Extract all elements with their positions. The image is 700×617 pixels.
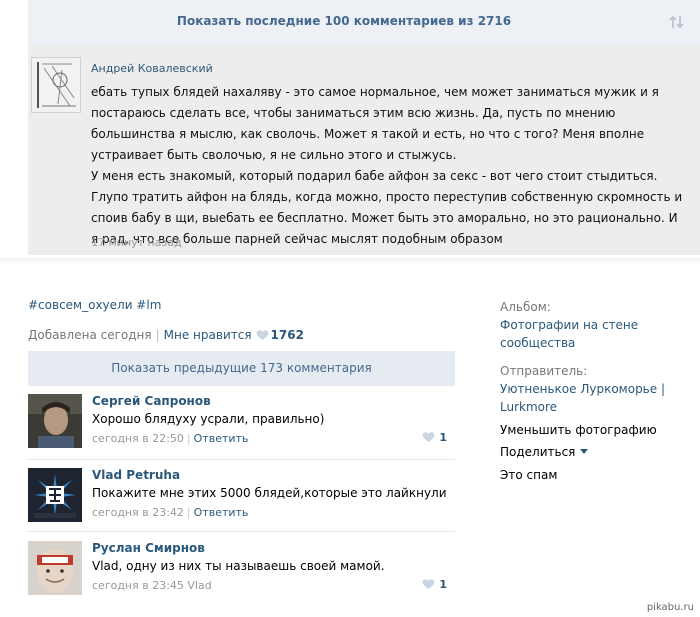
avatar[interactable]	[28, 468, 82, 522]
sender-link[interactable]: Уютненькое Луркоморье | Lurkmore	[500, 380, 690, 416]
comment-line: споив бабу в щи, выебать ее бесплатно. М…	[91, 211, 678, 225]
report-spam-link[interactable]: Это спам	[500, 466, 690, 484]
reply-link[interactable]: Ответить	[194, 506, 249, 519]
comment-meta: сегодня в 23:45 Vlad	[92, 579, 212, 592]
meta-divider: |	[186, 506, 191, 519]
share-dropdown[interactable]: Поделиться	[500, 443, 690, 461]
comment-timestamp[interactable]: 17 минут назад	[91, 236, 182, 249]
avatar-sketch-icon	[32, 58, 80, 112]
meta-divider: |	[155, 328, 160, 342]
comment-line: устраивает быть сволочью, я не сильно эт…	[91, 148, 457, 162]
heart-icon	[256, 330, 268, 340]
comment-item: Руслан Смирнов Vlad, одну из них ты назы…	[28, 541, 455, 607]
album-link[interactable]: Фотографии на стене сообщества	[500, 316, 690, 352]
comment-text: Vlad, одну из них ты называешь своей мам…	[92, 559, 385, 573]
sender-info: Отправитель: Уютненькое Луркоморье | Lur…	[500, 362, 690, 416]
comment-timestamp[interactable]: сегодня в 22:50	[92, 432, 184, 445]
screenshot-separator	[0, 258, 700, 266]
comment-text: Хорошо блядуху усрали, правильно)	[92, 412, 325, 426]
avatar[interactable]	[31, 57, 81, 113]
like-button[interactable]: Мне нравится 1762	[164, 328, 304, 342]
share-label: Поделиться	[500, 445, 576, 459]
chevron-down-icon	[580, 449, 589, 454]
heart-icon	[422, 579, 435, 589]
comment-item: Vlad Petruha Покажите мне этих 5000 бляд…	[28, 468, 455, 534]
added-date: Добавлена сегодня	[28, 328, 152, 342]
sender-label: Отправитель:	[500, 364, 588, 378]
comment-item: Сергей Сапронов Хорошо блядуху усрали, п…	[28, 394, 455, 460]
comment-author[interactable]: Vlad Petruha	[92, 468, 180, 482]
avatar[interactable]	[28, 394, 82, 448]
sort-arrows-icon[interactable]	[668, 13, 686, 31]
comment-line: У меня есть знакомый, который подарил ба…	[91, 169, 658, 183]
comment-line: большинства я мыслю, как сволочь. Может …	[91, 127, 645, 141]
comment-line: Глупо тратить айфон на блядь, когда можн…	[91, 190, 683, 204]
like-label: Мне нравится	[163, 328, 252, 342]
comment-line: ебать тупых блядей нахаляву - это самое …	[91, 85, 659, 99]
comment-like-button[interactable]: 1	[422, 578, 447, 591]
like-count: 1762	[270, 328, 304, 342]
show-last-comments-label: Показать последние 100 комментариев из 2…	[176, 14, 512, 28]
comment-timestamp[interactable]: сегодня в 23:42	[92, 506, 184, 519]
comment-meta: сегодня в 22:50 | Ответить	[92, 432, 248, 445]
post-meta: Добавлена сегодня | Мне нравится 1762	[28, 328, 304, 342]
album-label: Альбом:	[500, 300, 551, 314]
show-previous-comments-button[interactable]: Показать предыдущие 173 комментария	[28, 351, 455, 386]
avatar[interactable]	[28, 541, 82, 595]
meta-divider: |	[186, 432, 191, 445]
heart-icon	[422, 432, 435, 442]
comment-author[interactable]: Андрей Ковалевский	[91, 62, 213, 75]
comment-meta: сегодня в 23:42 | Ответить	[92, 506, 248, 519]
post-hashtags[interactable]: #совсем_охуели #lm	[28, 298, 161, 312]
avatar-logo-icon	[28, 468, 82, 522]
reduce-photo-link[interactable]: Уменьшить фотографию	[500, 421, 690, 439]
comment-divider	[28, 531, 455, 532]
comment-text: ебать тупых блядей нахаляву - это самое …	[91, 82, 683, 250]
avatar-photo-icon	[28, 541, 82, 595]
album-info: Альбом: Фотографии на стене сообщества	[500, 298, 690, 352]
comment-line: постараюсь сделать все, чтобы заниматься…	[91, 106, 616, 120]
comment-timestamp[interactable]: сегодня в 23:45 Vlad	[92, 579, 212, 592]
show-last-comments-bar[interactable]: Показать последние 100 комментариев из 2…	[28, 0, 700, 45]
comment-divider	[28, 459, 455, 460]
watermark: pikabu.ru	[646, 602, 694, 613]
comment-like-count: 1	[439, 431, 447, 444]
comment-like-button[interactable]: 1	[422, 431, 447, 444]
comment-like-count: 1	[439, 578, 447, 591]
avatar-photo-icon	[28, 394, 82, 448]
comment-author[interactable]: Руслан Смирнов	[92, 541, 205, 555]
comment-text: Покажите мне этих 5000 блядей,которые эт…	[92, 486, 447, 500]
reply-link[interactable]: Ответить	[194, 432, 249, 445]
comment-author[interactable]: Сергей Сапронов	[92, 394, 211, 408]
